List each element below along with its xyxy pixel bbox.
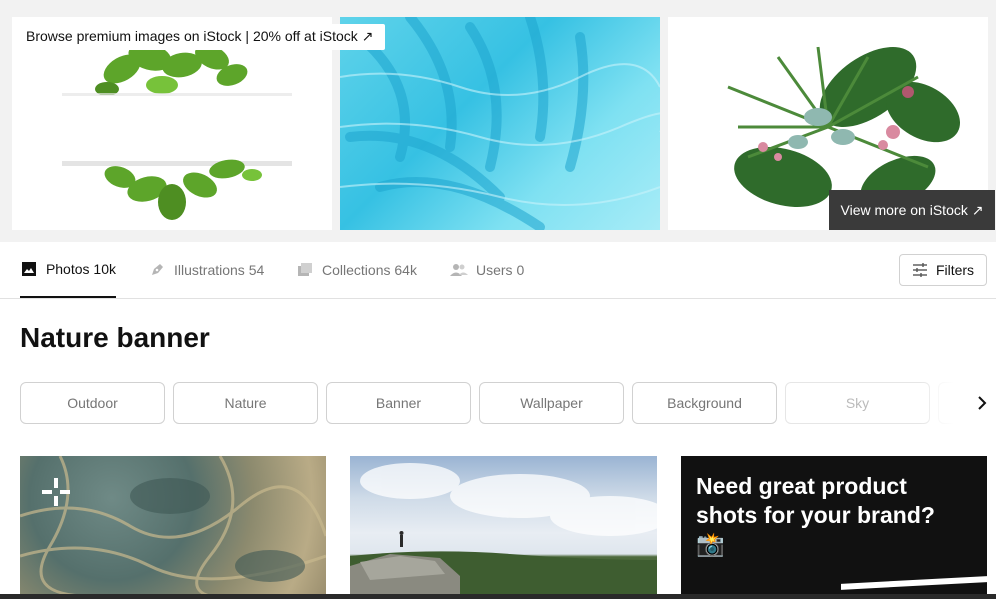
related-chip-wallpaper[interactable]: Wallpaper xyxy=(479,382,624,424)
users-icon xyxy=(450,261,468,279)
istock-banner: Browse premium images on iStock | 20% of… xyxy=(0,0,996,242)
sliders-icon xyxy=(912,263,928,277)
tab-label: Collections 64k xyxy=(322,262,417,278)
ad-product-shots[interactable]: Need great product shots for your brand?… xyxy=(681,456,987,596)
ad-text: Need great product shots for your brand?… xyxy=(696,473,935,557)
tab-label: Users 0 xyxy=(476,262,525,278)
photo-result-rock[interactable] xyxy=(20,456,326,596)
bottom-edge-strip xyxy=(0,594,996,599)
photo-result-mountain[interactable] xyxy=(350,456,657,596)
related-chip-background[interactable]: Background xyxy=(632,382,777,424)
page-title: Nature banner xyxy=(20,322,210,353)
ad-decoration xyxy=(841,576,987,590)
photo-icon xyxy=(20,260,38,278)
tab-label: Photos 10k xyxy=(45,261,116,277)
pen-nib-icon xyxy=(148,261,166,279)
tab-photos[interactable]: Photos 10k xyxy=(20,242,116,298)
view-more-istock-button[interactable]: View more on iStock ↗ xyxy=(829,190,995,230)
filters-label: Filters xyxy=(935,262,975,278)
tab-collections[interactable]: Collections 64k xyxy=(296,242,417,298)
tab-illustrations[interactable]: Illustrations 54 xyxy=(148,242,264,298)
istock-browse-link[interactable]: Browse premium images on iStock | 20% of… xyxy=(14,24,386,50)
chevron-right-icon xyxy=(978,396,987,410)
plus-badge-icon xyxy=(42,478,70,511)
related-chip-nature[interactable]: Nature xyxy=(173,382,318,424)
related-chip-banner[interactable]: Banner xyxy=(326,382,471,424)
tab-label: Illustrations 54 xyxy=(174,262,265,278)
tab-users[interactable]: Users 0 xyxy=(450,242,524,298)
chips-next-button[interactable] xyxy=(968,389,996,417)
related-chip-sky[interactable]: Sky xyxy=(785,382,930,424)
filters-button[interactable]: Filters xyxy=(899,254,987,286)
related-chip-outdoor[interactable]: Outdoor xyxy=(20,382,165,424)
banner-image-water[interactable] xyxy=(340,17,660,230)
search-type-tabs: Photos 10k Illustrations 54 Collections … xyxy=(0,242,996,299)
collections-icon xyxy=(296,261,314,279)
